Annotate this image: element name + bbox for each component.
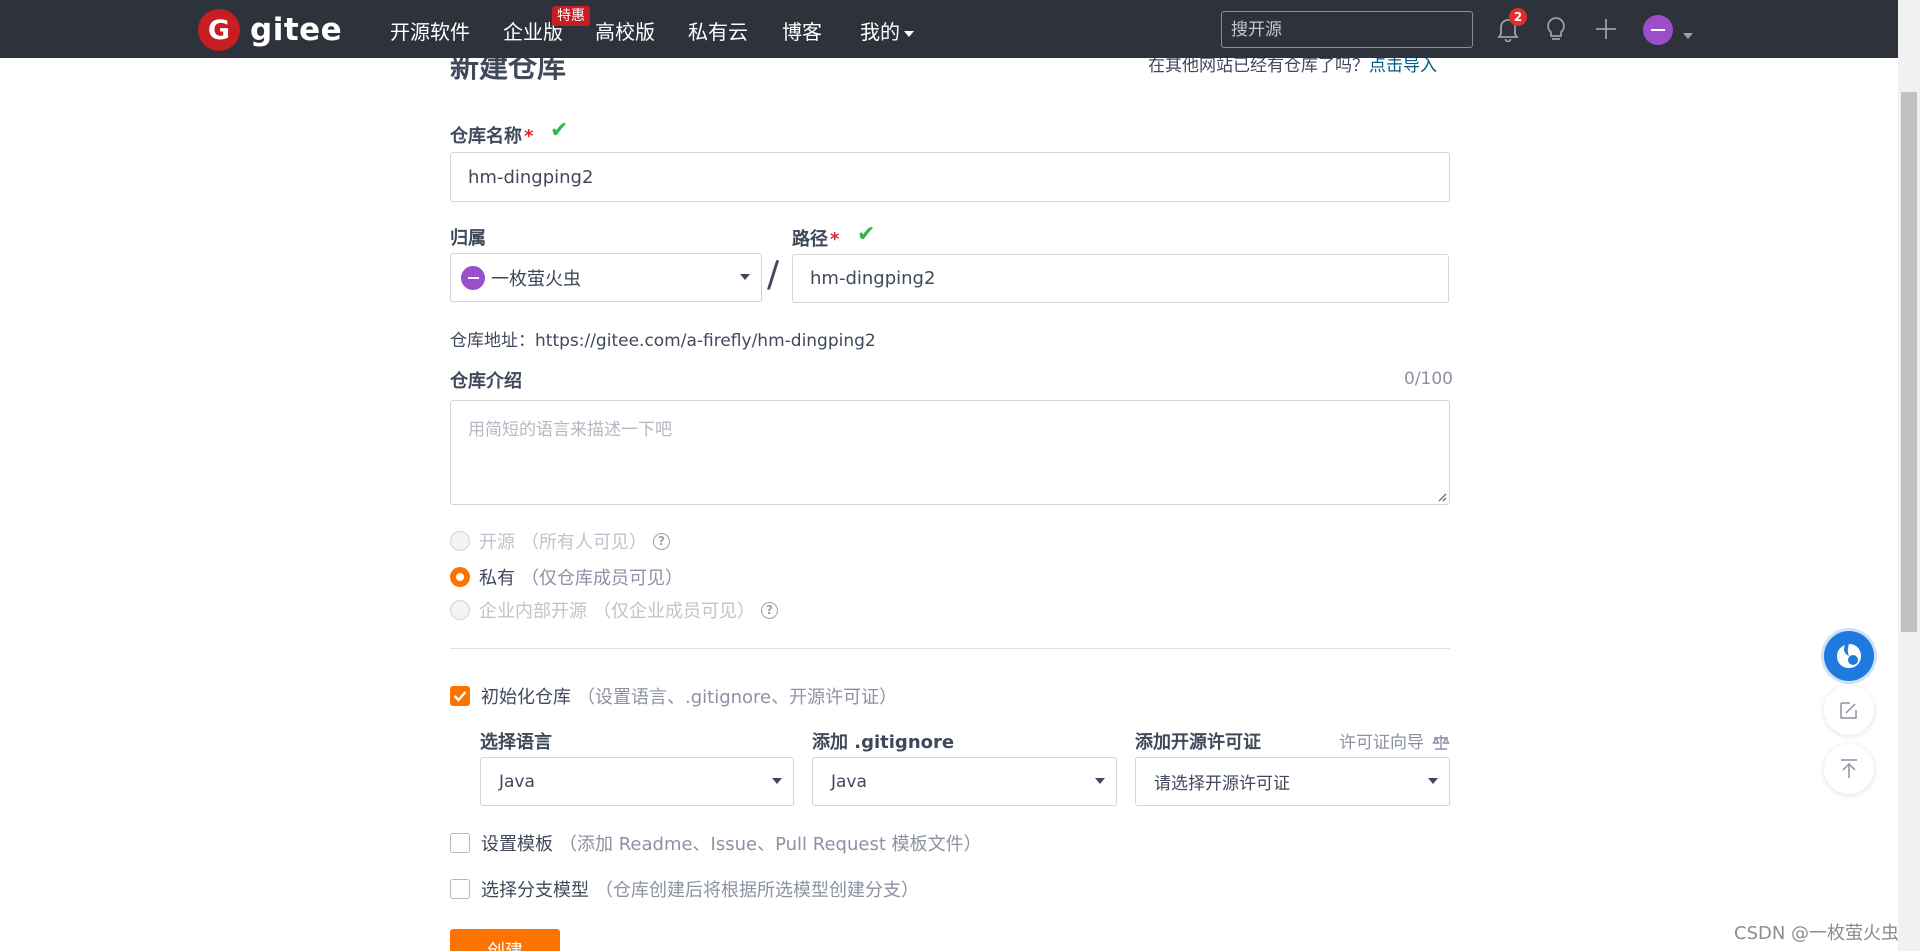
chat-bubble-icon [1837, 644, 1861, 668]
arrow-up-icon [1841, 759, 1857, 778]
visibility-private-label: 私有 [479, 568, 515, 589]
chevron-down-icon [1095, 778, 1105, 784]
owner-select[interactable]: 一枚萤火虫 [450, 253, 762, 302]
help-icon[interactable]: ? [761, 601, 778, 619]
visibility-enterprise-option[interactable]: 企业内部开源 （仅企业成员可见） ? [450, 597, 778, 623]
scale-icon [1432, 735, 1451, 750]
feedback-button[interactable] [1824, 685, 1874, 735]
license-guide-link[interactable]: 许可证向导 [1339, 728, 1451, 753]
template-checkbox[interactable] [450, 833, 470, 853]
template-label: 设置模板 [481, 834, 553, 855]
check-icon: ✔ [857, 222, 876, 247]
help-icon[interactable]: ? [653, 532, 670, 550]
init-repo-hint: （设置语言、.gitignore、开源许可证） [577, 687, 898, 708]
import-link[interactable]: 点击导入 [1369, 56, 1437, 76]
repo-url-label: 仓库地址： [450, 331, 535, 351]
init-repo-checkbox[interactable] [450, 686, 470, 706]
path-input[interactable]: hm-dingping2 [792, 254, 1449, 303]
visibility-private-hint: （仅仓库成员可见） [521, 568, 683, 589]
lightbulb-icon[interactable] [1541, 14, 1571, 44]
visibility-public-label: 开源 [479, 532, 515, 553]
init-repo-label: 初始化仓库 [481, 687, 571, 708]
path-separator: / [767, 254, 780, 295]
visibility-public-hint: （所有人可见） [521, 532, 647, 553]
required-mark: * [830, 229, 840, 250]
notification-count-badge: 2 [1509, 8, 1527, 26]
assistant-float-button[interactable] [1824, 631, 1874, 681]
check-icon: ✔ [550, 118, 569, 143]
plus-icon[interactable] [1591, 14, 1621, 44]
radio-public[interactable] [450, 531, 470, 551]
csdn-watermark: CSDN @一枚萤火虫 [1734, 923, 1900, 944]
back-to-top-button[interactable] [1824, 744, 1874, 794]
resize-grip-icon[interactable] [1437, 492, 1447, 502]
description-char-counter: 0/100 [1404, 369, 1453, 389]
nav-mine[interactable]: 我的 [860, 16, 914, 45]
repo-name-input[interactable]: hm-dingping2 [450, 152, 1450, 202]
search-input[interactable] [1221, 11, 1473, 48]
template-option[interactable]: 设置模板 （添加 Readme、Issue、Pull Request 模板文件） [450, 830, 982, 856]
required-mark: * [524, 126, 534, 147]
repo-name-label-text: 仓库名称 [450, 126, 522, 147]
nav-mine-label: 我的 [860, 20, 900, 44]
license-select[interactable]: 请选择开源许可证 [1135, 757, 1450, 806]
repo-url-value: https://gitee.com/a-firefly/hm-dingping2 [535, 331, 876, 351]
license-value: 请选择开源许可证 [1154, 774, 1290, 794]
enterprise-promo-badge: 特惠 [552, 6, 590, 26]
create-button[interactable]: 创建 [450, 929, 560, 951]
path-label: 路径 * [792, 225, 839, 251]
owner-avatar [461, 265, 485, 290]
nav-blog[interactable]: 博客 [782, 16, 822, 45]
gitee-logo-icon: G [198, 9, 240, 51]
edit-icon [1840, 702, 1857, 719]
path-label-text: 路径 [792, 229, 828, 250]
language-select[interactable]: Java [480, 757, 794, 806]
description-textarea[interactable] [450, 400, 1450, 505]
avatar-chevron-down-icon[interactable] [1679, 25, 1693, 44]
branch-model-label: 选择分支模型 [481, 880, 589, 901]
nav-open-source[interactable]: 开源软件 [390, 16, 470, 45]
visibility-enterprise-label: 企业内部开源 [479, 601, 587, 622]
owner-label: 归属 [450, 228, 486, 249]
import-hint-text: 在其他网站已经有仓库了吗？ [1148, 56, 1369, 76]
license-guide-text: 许可证向导 [1339, 733, 1424, 753]
chevron-down-icon [1428, 778, 1438, 784]
language-value: Java [499, 771, 535, 792]
scrollbar-thumb[interactable] [1901, 92, 1917, 632]
nav-education[interactable]: 高校版 [595, 16, 655, 45]
chevron-down-icon [740, 274, 750, 280]
nav-private-cloud[interactable]: 私有云 [688, 16, 748, 45]
chevron-down-icon [772, 778, 782, 784]
visibility-public-option[interactable]: 开源 （所有人可见） ? [450, 528, 670, 554]
repo-name-label: 仓库名称 * [450, 122, 533, 148]
radio-private[interactable] [450, 567, 470, 587]
checkmark-icon [453, 691, 467, 702]
branch-model-checkbox[interactable] [450, 879, 470, 899]
branch-model-option[interactable]: 选择分支模型 （仓库创建后将根据所选模型创建分支） [450, 876, 919, 902]
template-hint: （添加 Readme、Issue、Pull Request 模板文件） [559, 834, 982, 855]
owner-value: 一枚萤火虫 [491, 268, 581, 290]
brand-name: gitee [250, 12, 343, 48]
gitee-logo[interactable]: G gitee [198, 9, 342, 51]
repo-url: 仓库地址：https://gitee.com/a-firefly/hm-ding… [450, 326, 876, 351]
gitignore-select[interactable]: Java [812, 757, 1117, 806]
user-avatar[interactable] [1643, 15, 1673, 45]
language-label: 选择语言 [480, 732, 552, 753]
radio-enterprise[interactable] [450, 600, 470, 620]
init-repo-option[interactable]: 初始化仓库 （设置语言、.gitignore、开源许可证） [450, 683, 897, 709]
gitignore-label: 添加 .gitignore [812, 732, 955, 753]
gitignore-value: Java [831, 771, 867, 792]
visibility-private-option[interactable]: 私有 （仅仓库成员可见） [450, 564, 683, 590]
visibility-enterprise-hint: （仅企业成员可见） [593, 601, 755, 622]
top-navbar: G gitee 开源软件 企业版 特惠 高校版 私有云 博客 我的 2 [0, 0, 1898, 58]
chevron-down-icon [904, 30, 914, 37]
page-root: G gitee 开源软件 企业版 特惠 高校版 私有云 博客 我的 2 新建仓库… [0, 0, 1920, 951]
license-label: 添加开源许可证 [1135, 732, 1261, 753]
section-divider [450, 648, 1450, 649]
branch-model-hint: （仓库创建后将根据所选模型创建分支） [595, 880, 919, 901]
description-label: 仓库介绍 [450, 371, 522, 392]
